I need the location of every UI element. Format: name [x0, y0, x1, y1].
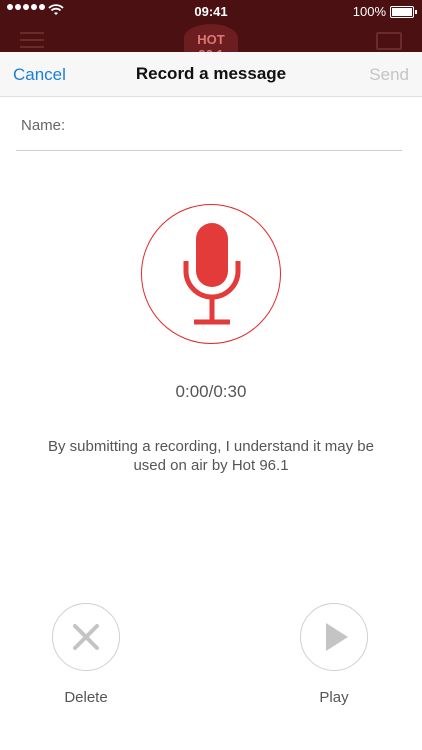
recording-timer: 0:00/0:30 [175, 382, 247, 401]
station-logo-text: HOT 96.1 [197, 32, 225, 52]
page-title: Record a message [135, 64, 287, 83]
delete-label: Delete [64, 689, 108, 706]
app-header: HOT 96.1 [0, 22, 422, 52]
play-icon [326, 623, 348, 651]
name-field-row: Name: [16, 97, 402, 151]
battery-icon [390, 6, 417, 18]
modal-nav-bar: Cancel Record a message Send [0, 52, 422, 97]
menu-icon[interactable] [20, 32, 44, 53]
name-label: Name: [21, 117, 66, 134]
send-button[interactable]: Send [369, 65, 409, 85]
station-logo: HOT 96.1 [184, 24, 238, 52]
play-button[interactable] [300, 603, 368, 671]
record-button[interactable] [141, 204, 281, 344]
battery-percentage: 100% [352, 4, 386, 19]
name-input[interactable] [72, 111, 396, 139]
delete-button[interactable] [52, 603, 120, 671]
status-bar: 09:41 100% [0, 0, 422, 22]
chat-icon[interactable] [376, 32, 402, 50]
microphone-icon [183, 223, 241, 325]
close-icon [73, 624, 99, 650]
recording-disclaimer: By submitting a recording, I understand … [47, 438, 374, 474]
play-label: Play [319, 689, 349, 706]
